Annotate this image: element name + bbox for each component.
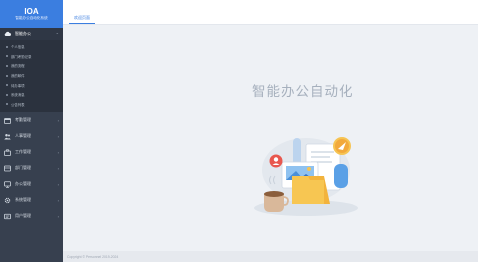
sidebar-group-system[interactable]: 系统管理 › <box>0 192 63 208</box>
chevron-right-icon: › <box>57 133 59 139</box>
people-icon <box>4 133 11 140</box>
bullet-icon <box>6 64 8 67</box>
sidebar-group-department[interactable]: 部门管理 › <box>0 160 63 176</box>
sidebar-item-profile[interactable]: 个人信息 <box>0 42 63 52</box>
footer: Copyright © Personnel 2019-2024 <box>63 251 478 262</box>
sidebar-item-label: 系统消息 <box>11 93 25 98</box>
calendar-icon <box>4 117 11 124</box>
page-title: 智能办公自动化 <box>252 84 354 99</box>
bullet-icon <box>6 103 8 106</box>
sidebar-submenu: 个人信息 部门考勤记录 我的流程 我的邮件 待办事项 系统消息 公告列表 <box>0 40 63 113</box>
sidebar-item-todo[interactable]: 待办事项 <box>0 80 63 90</box>
sidebar-group-label: 系统管理 <box>15 197 31 203</box>
gear-icon <box>4 197 11 204</box>
brand-subtitle: 智能办公自动化系统 <box>15 16 48 20</box>
copyright-text: Copyright © Personnel 2019-2024 <box>67 254 119 259</box>
bullet-icon <box>6 45 8 48</box>
chevron-right-icon: › <box>57 117 59 123</box>
sidebar-item-label: 待办事项 <box>11 83 25 88</box>
tab-welcome[interactable]: 欢迎页面 <box>69 12 95 24</box>
bullet-icon <box>6 74 8 77</box>
sidebar-group-label: 用户管理 <box>15 213 31 219</box>
sidebar-item-messages[interactable]: 系统消息 <box>0 90 63 100</box>
briefcase-icon <box>4 149 11 156</box>
sidebar-group-label: 部门管理 <box>15 165 31 171</box>
main-content: 欢迎页面 智能办公自动化 Copyright © Personnel 2019-… <box>63 0 478 262</box>
bullet-icon <box>6 84 8 87</box>
department-icon <box>4 165 11 172</box>
chevron-right-icon: › <box>57 197 59 203</box>
sidebar-group-label: 办公管理 <box>15 181 31 187</box>
cloud-icon <box>4 31 11 38</box>
tab-label: 欢迎页面 <box>74 14 90 20</box>
monitor-icon <box>4 181 11 188</box>
sidebar-group-label: 智能办公 <box>15 31 31 36</box>
sidebar-group-label: 考勤管理 <box>15 117 31 123</box>
sidebar-item-attendance-records[interactable]: 部门考勤记录 <box>0 52 63 62</box>
bullet-icon <box>6 93 8 96</box>
chevron-right-icon: › <box>57 181 59 187</box>
office-illustration <box>254 137 358 216</box>
sidebar-group-work[interactable]: 工作管理 › <box>0 144 63 160</box>
sidebar-group-office-admin[interactable]: 办公管理 › <box>0 176 63 192</box>
user-card-icon <box>4 213 11 220</box>
chevron-right-icon: › <box>57 149 59 155</box>
chevron-right-icon: › <box>57 213 59 219</box>
brand-title: IOA <box>24 7 39 16</box>
sidebar-group-users[interactable]: 用户管理 › <box>0 208 63 224</box>
chevron-right-icon: › <box>57 165 59 171</box>
sidebar-group-label: 工作管理 <box>15 149 31 155</box>
tab-bar: 欢迎页面 <box>63 0 478 25</box>
chevron-up-icon: ⌃ <box>55 31 59 37</box>
sidebar-item-label: 我的流程 <box>11 64 25 69</box>
sidebar-item-label: 个人信息 <box>11 45 25 50</box>
sidebar-item-label: 公告列表 <box>11 102 25 107</box>
sidebar-item-notices[interactable]: 公告列表 <box>0 100 63 110</box>
sidebar-group-office[interactable]: 智能办公 ⌃ <box>0 28 63 40</box>
sidebar-item-my-process[interactable]: 我的流程 <box>0 61 63 71</box>
sidebar-item-my-mail[interactable]: 我的邮件 <box>0 71 63 81</box>
sidebar-item-label: 部门考勤记录 <box>11 54 32 59</box>
sidebar-item-label: 我的邮件 <box>11 74 25 79</box>
sidebar-group-label: 人事管理 <box>15 133 31 139</box>
sidebar: IOA 智能办公自动化系统 智能办公 ⌃ 个人信息 部门考勤记录 我的流程 我的… <box>0 0 63 262</box>
bullet-icon <box>6 55 8 58</box>
sidebar-group-attendance[interactable]: 考勤管理 › <box>0 112 63 128</box>
sidebar-group-hr[interactable]: 人事管理 › <box>0 128 63 144</box>
brand-header: IOA 智能办公自动化系统 <box>0 0 63 28</box>
